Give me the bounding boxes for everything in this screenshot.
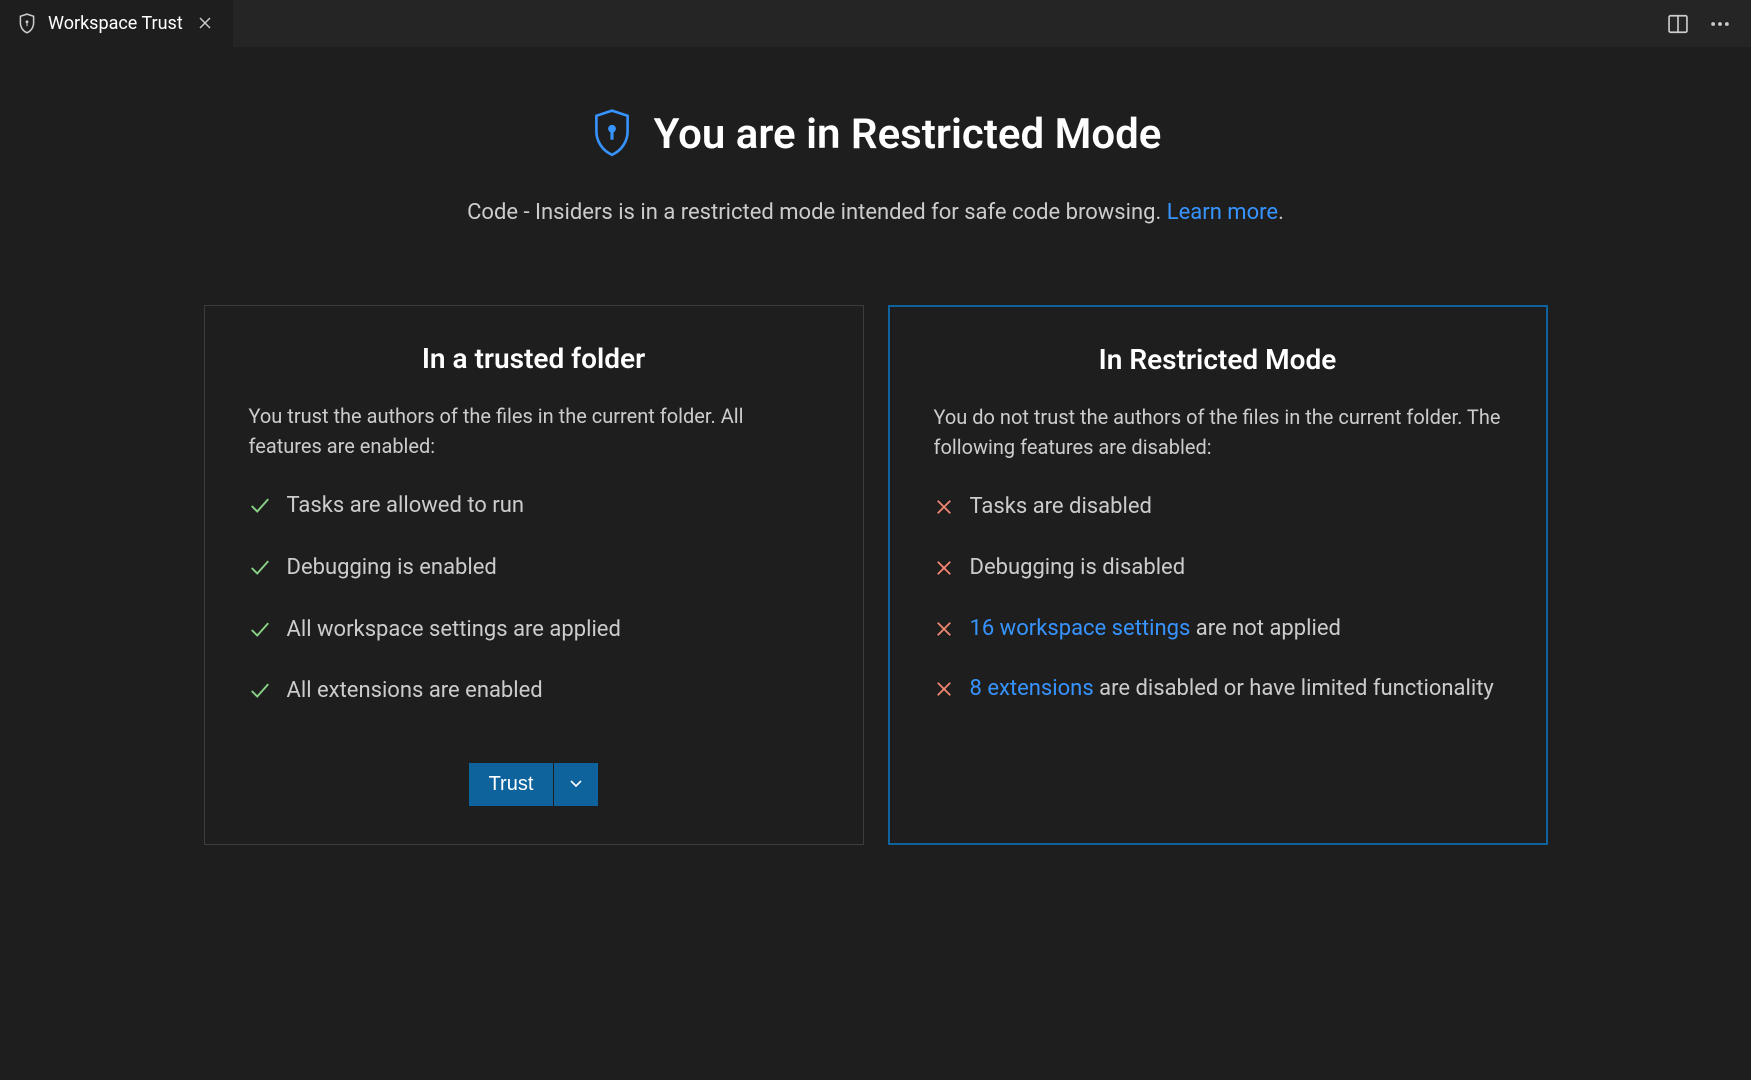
list-item: Debugging is disabled [934, 553, 1502, 588]
check-icon [249, 557, 271, 589]
restricted-title: In Restricted Mode [934, 343, 1502, 376]
split-editor-icon[interactable] [1667, 13, 1689, 35]
trust-button[interactable]: Trust [469, 763, 554, 806]
workspace-settings-link[interactable]: 16 workspace settings [970, 616, 1191, 641]
check-icon [249, 680, 271, 712]
feature-text: 16 workspace settings are not applied [970, 614, 1341, 645]
heading-row: You are in Restricted Mode [30, 108, 1721, 160]
feature-text: Tasks are disabled [970, 492, 1152, 523]
page-title: You are in Restricted Mode [654, 110, 1162, 159]
feature-text: All extensions are enabled [287, 676, 543, 707]
cards-row: In a trusted folder You trust the author… [30, 305, 1721, 845]
tab-label: Workspace Trust [48, 13, 183, 34]
check-icon [249, 619, 271, 651]
restricted-feature-list: Tasks are disabled Debugging is disabled… [934, 492, 1502, 709]
trusted-title: In a trusted folder [249, 342, 819, 375]
tab-actions [1667, 13, 1751, 35]
feature-text: Debugging is enabled [287, 553, 497, 584]
x-icon [934, 678, 954, 709]
x-icon [934, 557, 954, 588]
tab-workspace-trust[interactable]: Workspace Trust [0, 0, 233, 48]
subtitle-text: Code - Insiders is in a restricted mode … [467, 200, 1167, 225]
trust-dropdown-button[interactable] [553, 763, 598, 806]
tab-bar: Workspace Trust [0, 0, 1751, 48]
trust-split-button: Trust [469, 763, 599, 806]
trusted-desc: You trust the authors of the files in th… [249, 401, 819, 461]
list-item: Tasks are allowed to run [249, 491, 819, 527]
shield-icon [16, 13, 38, 35]
shield-icon [590, 108, 634, 160]
subtitle: Code - Insiders is in a restricted mode … [30, 200, 1721, 225]
list-item: 16 workspace settings are not applied [934, 614, 1502, 649]
chevron-down-icon [568, 775, 584, 794]
feature-text: All workspace settings are applied [287, 615, 621, 646]
feature-text: 8 extensions are disabled or have limite… [970, 674, 1494, 705]
feature-text: Tasks are allowed to run [287, 491, 525, 522]
trust-button-row: Trust [205, 763, 863, 806]
restricted-card: In Restricted Mode You do not trust the … [888, 305, 1548, 845]
x-icon [934, 618, 954, 649]
extensions-link[interactable]: 8 extensions [970, 676, 1094, 701]
more-actions-icon[interactable] [1709, 13, 1731, 35]
check-icon [249, 495, 271, 527]
trusted-card: In a trusted folder You trust the author… [204, 305, 864, 845]
list-item: Debugging is enabled [249, 553, 819, 589]
list-item: Tasks are disabled [934, 492, 1502, 527]
close-icon[interactable] [193, 12, 217, 36]
feature-text: Debugging is disabled [970, 553, 1186, 584]
x-icon [934, 496, 954, 527]
content: You are in Restricted Mode Code - Inside… [0, 48, 1751, 875]
trusted-feature-list: Tasks are allowed to run Debugging is en… [249, 491, 819, 712]
restricted-desc: You do not trust the authors of the file… [934, 402, 1502, 462]
subtitle-suffix: . [1278, 200, 1284, 225]
list-item: 8 extensions are disabled or have limite… [934, 674, 1502, 709]
learn-more-link[interactable]: Learn more [1167, 200, 1278, 225]
list-item: All workspace settings are applied [249, 615, 819, 651]
list-item: All extensions are enabled [249, 676, 819, 712]
